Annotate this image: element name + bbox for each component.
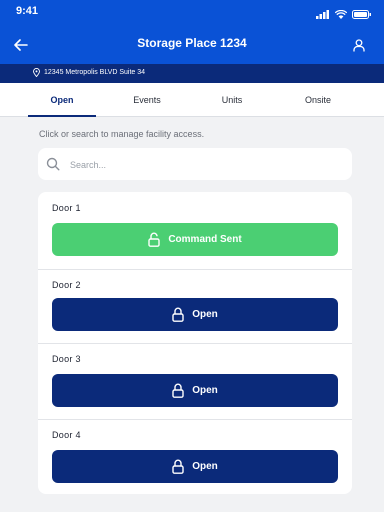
button-label: Open bbox=[192, 385, 218, 396]
user-icon bbox=[353, 38, 365, 51]
status-icons bbox=[316, 6, 372, 24]
status-time: 9:41 bbox=[16, 5, 39, 17]
divider bbox=[38, 343, 352, 344]
door-label: Door 1 bbox=[52, 203, 81, 213]
unlock-icon bbox=[148, 232, 161, 247]
tab-events[interactable]: Events bbox=[99, 83, 195, 116]
search-input[interactable] bbox=[68, 156, 342, 174]
lock-icon bbox=[172, 459, 184, 474]
facility-address-bar: 12345 Metropolis BLVD Suite 34 bbox=[0, 64, 384, 83]
status-bar: 9:41 bbox=[0, 0, 384, 26]
door-label: Door 4 bbox=[52, 430, 81, 440]
tab-label: Events bbox=[133, 94, 161, 105]
page-title: Storage Place 1234 bbox=[137, 36, 247, 50]
lock-icon bbox=[172, 383, 184, 398]
door-label: Door 2 bbox=[52, 280, 81, 290]
tab-units[interactable]: Units bbox=[184, 83, 280, 116]
tab-onsite[interactable]: Onsite bbox=[270, 83, 366, 116]
profile-button[interactable] bbox=[348, 34, 370, 56]
button-label: Command Sent bbox=[168, 234, 242, 245]
facility-address: 12345 Metropolis BLVD Suite 34 bbox=[44, 69, 146, 76]
door-label: Door 3 bbox=[52, 354, 81, 364]
divider bbox=[38, 269, 352, 270]
door-1-command-sent-button[interactable]: Command Sent bbox=[52, 223, 338, 256]
tab-label: Onsite bbox=[304, 94, 331, 105]
cellular-signal-icon bbox=[316, 6, 330, 24]
door-2-open-button[interactable]: Open bbox=[52, 298, 338, 331]
tab-open[interactable]: Open bbox=[14, 83, 110, 117]
location-pin-icon bbox=[33, 68, 40, 79]
tab-bar: Open Events Units Onsite bbox=[0, 83, 384, 117]
door-list: Door 1 Command Sent Door 2 Open Door 3 O… bbox=[38, 192, 352, 494]
tab-label: Open bbox=[50, 94, 74, 105]
lock-icon bbox=[172, 307, 184, 322]
door-3-open-button[interactable]: Open bbox=[52, 374, 338, 407]
door-4-open-button[interactable]: Open bbox=[52, 450, 338, 483]
instructions-text: Click or search to manage facility acces… bbox=[39, 129, 205, 139]
search-icon bbox=[46, 157, 60, 176]
button-label: Open bbox=[192, 309, 218, 320]
wifi-icon bbox=[334, 6, 348, 24]
divider bbox=[38, 419, 352, 420]
search-box[interactable] bbox=[38, 148, 352, 180]
app-header: Storage Place 1234 bbox=[0, 26, 384, 64]
button-label: Open bbox=[192, 461, 218, 472]
battery-icon bbox=[352, 6, 372, 24]
tab-label: Units bbox=[221, 94, 243, 105]
